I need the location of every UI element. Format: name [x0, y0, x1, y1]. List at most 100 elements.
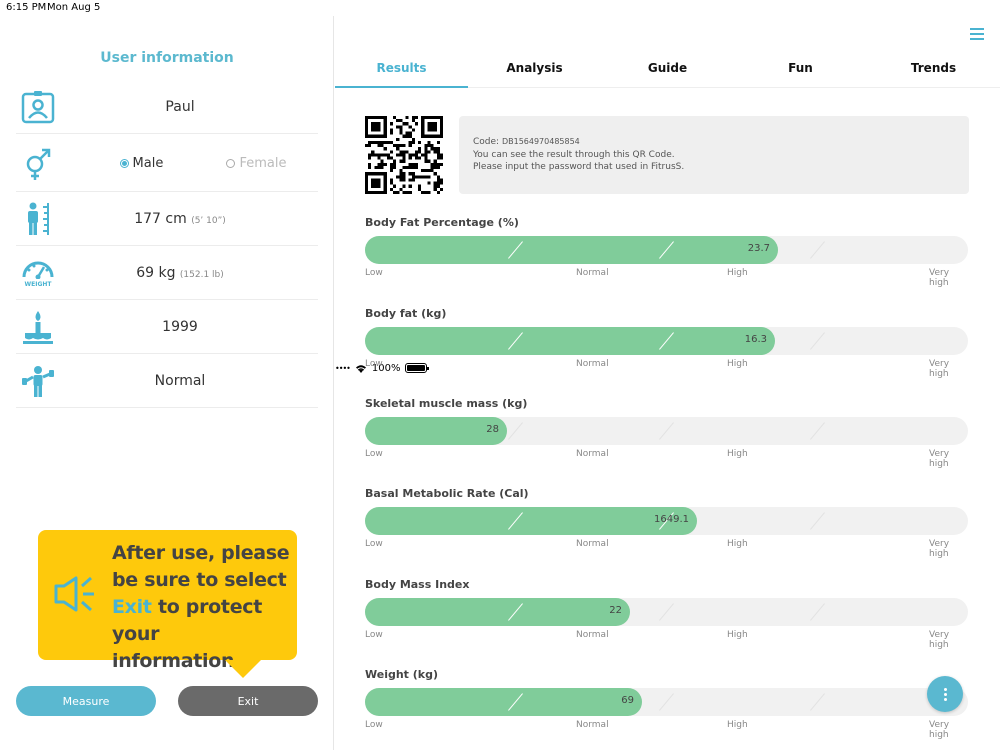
metric-bar: 28	[365, 417, 968, 445]
metric-value: 16.3	[744, 334, 767, 345]
qr-code	[365, 116, 443, 194]
tab-fun[interactable]: Fun	[734, 52, 867, 87]
gender-icon	[18, 144, 58, 184]
female-label: Female	[239, 156, 287, 171]
weight-row[interactable]: WEIGHT 69 kg (152.1 lb)	[16, 246, 318, 300]
user-name: Paul	[165, 98, 195, 115]
status-bar: 6:15 PM Mon Aug 5 •••• 100%	[0, 0, 1000, 374]
bar-divider	[659, 693, 674, 711]
metric-bar: 23.7	[365, 236, 968, 264]
scale-label: Low	[365, 720, 383, 730]
bar-divider	[659, 422, 674, 440]
more-options-button[interactable]	[927, 676, 963, 712]
activity-row[interactable]: Normal	[16, 354, 318, 408]
notice-message: After use, please be sure to select Exit…	[112, 542, 290, 672]
metric-value: 23.7	[747, 243, 770, 254]
id-card-icon	[18, 87, 58, 127]
metric-value: 22	[609, 605, 622, 616]
height-ruler-icon	[18, 199, 58, 239]
scale-label: Low	[365, 268, 383, 278]
scale-label: Very high	[929, 359, 950, 379]
tab-guide[interactable]: Guide	[601, 52, 734, 87]
scale-label: High	[727, 539, 748, 549]
male-label: Male	[132, 156, 164, 171]
metric-title: Weight (kg)	[365, 668, 439, 681]
weight-scale-icon: WEIGHT	[18, 253, 58, 293]
metric-scale: Low Normal High Very high	[365, 359, 968, 379]
metric-value: 69	[621, 695, 634, 706]
bar-divider	[508, 422, 523, 440]
height-row[interactable]: 177 cm (5’ 10”)	[16, 192, 318, 246]
metric-bar: 22	[365, 598, 968, 626]
metric-row: Body Mass Index 22 Low Normal High Very high	[365, 578, 968, 650]
activity-value: Normal	[154, 372, 206, 389]
measure-button[interactable]: Measure	[16, 686, 156, 716]
metric-title: Body fat (kg)	[365, 307, 447, 320]
results-panel: Results Analysis Guide Fun Trends Code: …	[335, 16, 1000, 750]
scale-label: Low	[365, 449, 383, 459]
metric-value: 28	[486, 424, 499, 435]
scale-label: High	[727, 449, 748, 459]
scale-label: Very high	[929, 720, 950, 740]
metric-row: Body fat (kg) 16.3 Low Normal High Very high	[365, 307, 968, 379]
scale-label: Normal	[576, 268, 609, 278]
user-info-panel: User information Paul Male Female 177 cm…	[0, 16, 334, 750]
notice-exit-word: Exit	[112, 596, 152, 618]
code-value: DB1564970485854	[501, 137, 580, 146]
female-radio[interactable]: Female	[226, 156, 286, 171]
tab-results[interactable]: Results	[335, 52, 468, 88]
exit-reminder-notice: After use, please be sure to select Exit…	[38, 530, 297, 678]
tab-trends[interactable]: Trends	[867, 52, 1000, 87]
scale-label: High	[727, 359, 748, 369]
user-info-title: User information	[100, 50, 234, 66]
gender-selector: Male Female	[58, 156, 318, 171]
speaker-icon	[52, 574, 100, 618]
scale-label: Normal	[576, 630, 609, 640]
metric-scale: Low Normal High Very high	[365, 268, 968, 288]
birth-year-row[interactable]: 1999	[16, 300, 318, 354]
code-line: Code: DB1564970485854	[473, 137, 580, 147]
metric-row: Skeletal muscle mass (kg) 28 Low Normal High…	[365, 397, 968, 469]
bar-divider	[810, 603, 825, 621]
scale-label: High	[727, 268, 748, 278]
male-radio[interactable]: Male	[119, 156, 164, 171]
name-row[interactable]: Paul	[16, 80, 318, 134]
metric-title: Body Fat Percentage (%)	[365, 216, 519, 229]
metric-scale: Low Normal High Very high	[365, 449, 968, 469]
scale-label: Low	[365, 359, 383, 369]
scale-label: Very high	[929, 539, 950, 559]
scale-label: Low	[365, 539, 383, 549]
exit-button[interactable]: Exit	[178, 686, 318, 716]
metric-bar: 1649.1	[365, 507, 968, 535]
code-hint-2: Please input the password that used in F…	[473, 162, 685, 172]
weight-value: 69 kg (152.1 lb)	[136, 264, 224, 281]
status-time: 6:15 PM	[6, 2, 47, 13]
scale-label: Very high	[929, 630, 950, 650]
scale-label: Low	[365, 630, 383, 640]
bar-divider	[810, 512, 825, 530]
scale-label: Normal	[576, 720, 609, 730]
scale-label: Very high	[929, 449, 950, 469]
scale-label: High	[727, 720, 748, 730]
birthday-cake-icon	[18, 307, 58, 347]
gender-row: Male Female	[16, 136, 318, 192]
exercise-icon	[18, 361, 58, 401]
scale-label: High	[727, 630, 748, 640]
metric-value: 1649.1	[654, 514, 689, 525]
metric-row: Body Fat Percentage (%) 23.7 Low Normal High…	[365, 216, 968, 288]
metric-scale: Low Normal High Very high	[365, 720, 968, 740]
code-hint-1: You can see the result through this QR C…	[473, 149, 675, 160]
metric-bar: 69	[365, 688, 968, 716]
metric-row: Weight (kg) 69 Low Normal High Very high	[365, 668, 968, 740]
bar-divider	[659, 603, 674, 621]
scale-label: Normal	[576, 449, 609, 459]
height-value: 177 cm (5’ 10”)	[134, 210, 226, 227]
birth-year-value: 1999	[162, 318, 198, 335]
tab-bar: Results Analysis Guide Fun Trends	[335, 52, 1000, 88]
metric-title: Body Mass Index	[365, 578, 470, 591]
bar-divider	[810, 693, 825, 711]
metric-title: Basal Metabolic Rate (Cal)	[365, 487, 529, 500]
metric-scale: Low Normal High Very high	[365, 630, 968, 650]
tab-analysis[interactable]: Analysis	[468, 52, 601, 87]
metric-bar: 16.3	[365, 327, 968, 355]
